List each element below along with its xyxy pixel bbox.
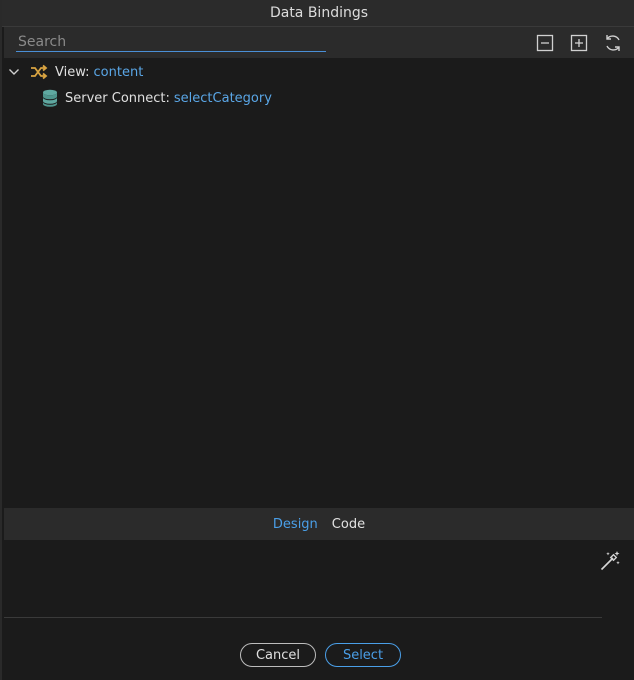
- tree-item-view[interactable]: View: content: [8, 60, 143, 84]
- toolbar: [4, 27, 634, 58]
- chevron-down-icon[interactable]: [8, 66, 20, 78]
- tree-item-value: selectCategory: [173, 90, 272, 106]
- tree-item-value: content: [93, 64, 144, 80]
- magic-wand-icon: [600, 551, 620, 571]
- dialog-title: Data Bindings: [269, 5, 369, 21]
- select-button[interactable]: Select: [325, 643, 401, 667]
- collapse-all-button[interactable]: [534, 32, 556, 54]
- expand-all-icon: [570, 34, 588, 52]
- editor-divider: [4, 617, 602, 618]
- shuffle-icon: [31, 64, 48, 80]
- search-input[interactable]: [16, 32, 326, 52]
- tree-item-server-connect[interactable]: Server Connect: selectCategory: [42, 86, 272, 110]
- tab-code[interactable]: Code: [332, 517, 365, 532]
- expand-all-button[interactable]: [568, 32, 590, 54]
- expression-editor[interactable]: [4, 540, 634, 618]
- tree-item-key: Server Connect:: [65, 90, 170, 106]
- refresh-icon: [606, 35, 620, 51]
- tree-item-key: View:: [55, 64, 90, 80]
- dialog-footer: Cancel Select: [4, 628, 634, 680]
- title-bar: Data Bindings: [2, 0, 634, 27]
- magic-wand-button[interactable]: [598, 549, 622, 573]
- tab-design[interactable]: Design: [273, 517, 318, 532]
- cancel-button[interactable]: Cancel: [240, 643, 316, 667]
- data-bindings-dialog: Data Bindings Search View: content Serve…: [0, 0, 634, 680]
- collapse-all-icon: [536, 34, 554, 52]
- bindings-tree: View: content Server Connect: selectCate…: [4, 58, 634, 506]
- database-icon: [43, 89, 57, 107]
- refresh-button[interactable]: [602, 32, 624, 54]
- view-tabs: Design Code: [4, 508, 634, 540]
